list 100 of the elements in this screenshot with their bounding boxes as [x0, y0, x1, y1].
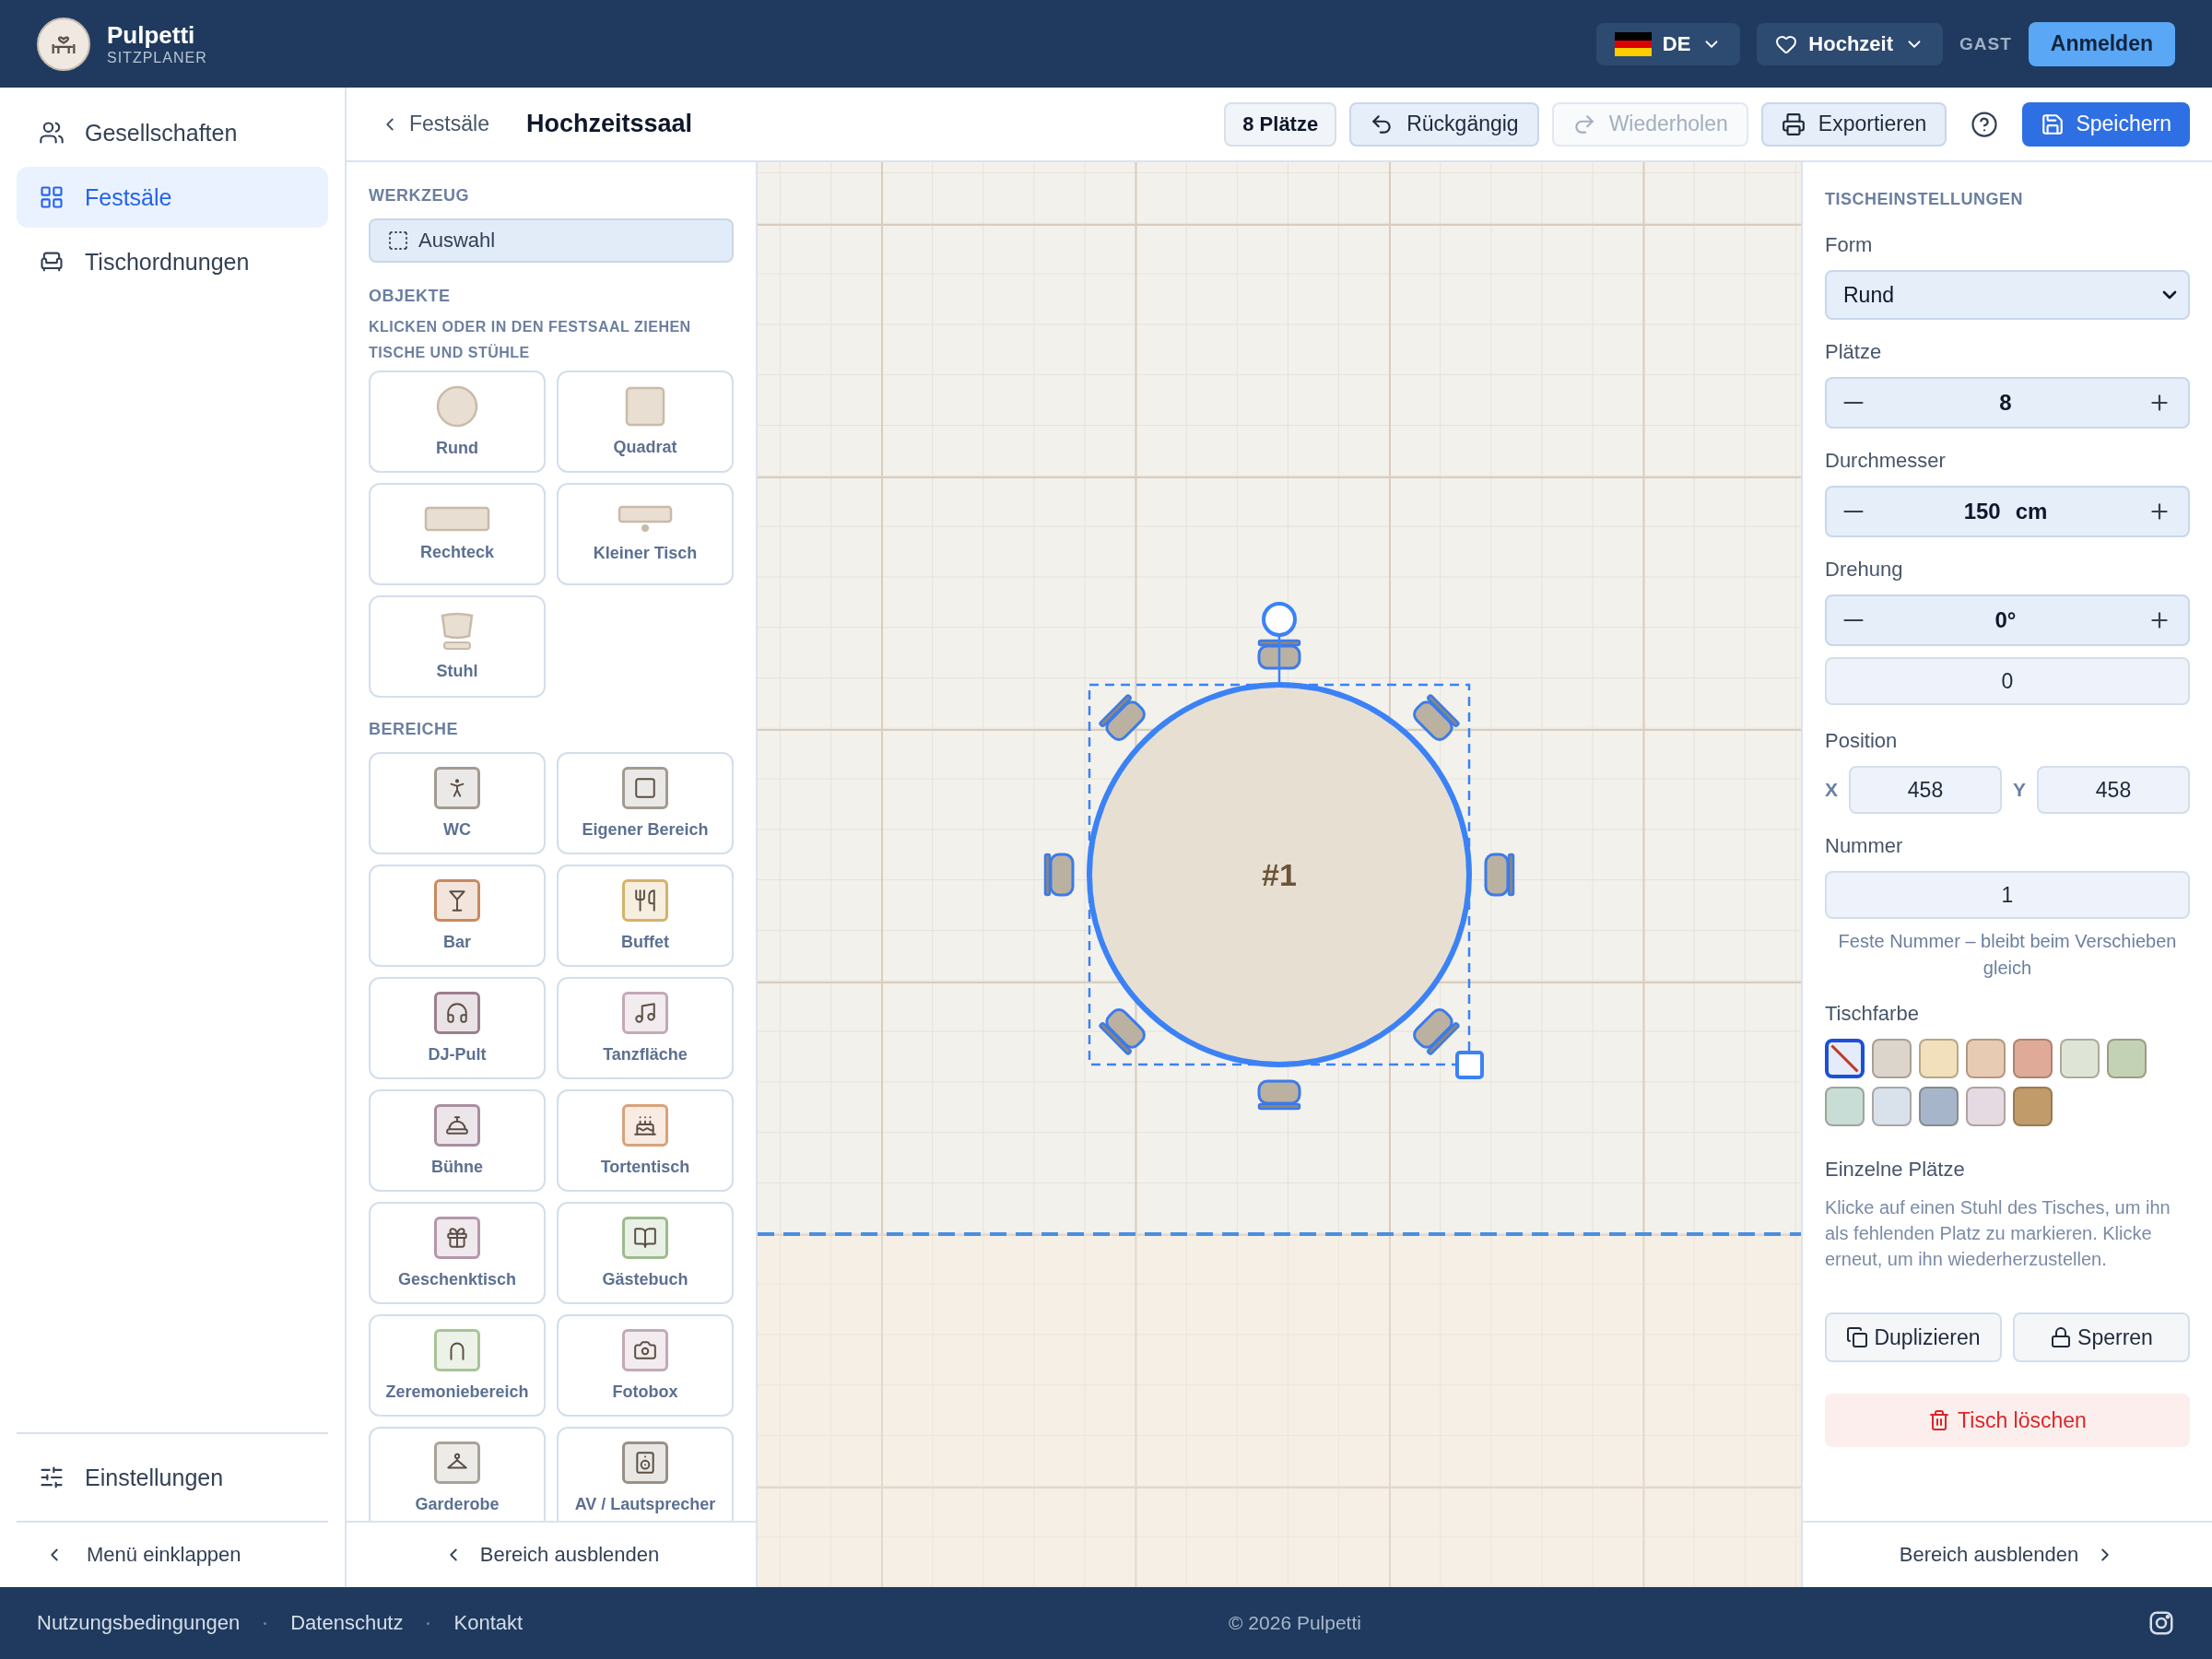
table-number: #1: [1262, 857, 1297, 892]
nav-item[interactable]: Festsäle: [17, 167, 328, 228]
tool-card[interactable]: Zeremoniebereich: [369, 1314, 546, 1417]
help-text: Klicke auf einen Stuhl des Tisches, um ihn als fehlenden Platz zu markieren. Klicke erneut, um ihn wiederherzustellen.: [1825, 1196, 2171, 1271]
shape-select[interactable]: Rund: [1825, 270, 2190, 320]
tool-card[interactable]: Geschenktisch: [369, 1202, 546, 1304]
field-label: Durchmesser: [1825, 449, 1947, 473]
color-swatch[interactable]: [1919, 1087, 1959, 1126]
copyright: © 2026 Pulpetti: [1228, 1612, 1362, 1634]
undo-button[interactable]: Rückgängig: [1349, 101, 1539, 147]
unit-label: cm: [2015, 499, 2048, 524]
rotation-handle[interactable]: [1262, 602, 1297, 685]
tool-card[interactable]: Eigener Bereich: [557, 752, 734, 854]
users-icon: [39, 120, 65, 146]
dashed-square-icon: [387, 229, 409, 252]
nav-item[interactable]: Tischordnungen: [17, 231, 328, 292]
section-subheading: TISCHE UND STÜHLE: [369, 345, 531, 361]
page-title: Hochzeitssaal: [525, 110, 692, 138]
panel-heading: TISCHEINSTELLUNGEN: [1825, 190, 2024, 209]
square-table-icon: [625, 386, 665, 427]
tool-card[interactable]: AV / Lautsprecher: [557, 1427, 734, 1521]
section-heading: BEREICHE: [369, 720, 459, 739]
back-link[interactable]: Festsäle: [380, 112, 489, 136]
color-swatch[interactable]: [1872, 1039, 1912, 1078]
color-swatch[interactable]: [1872, 1087, 1912, 1126]
x-field[interactable]: 458: [1849, 766, 2002, 814]
tool-card[interactable]: Bühne: [369, 1089, 546, 1192]
field-label: Drehung: [1825, 558, 1904, 582]
field-hint: Feste Nummer – bleibt beim Verschieben gleich: [1837, 930, 2178, 980]
duplicate-button[interactable]: Duplizieren: [1825, 1312, 2002, 1362]
section-title: Einzelne Plätze: [1825, 1158, 1966, 1182]
round-table[interactable]: [1043, 639, 1515, 1111]
footer-link[interactable]: Nutzungsbedingungen: [37, 1611, 241, 1635]
tool-card[interactable]: DJ-Pult: [369, 977, 546, 1079]
login-button[interactable]: Anmelden: [2028, 21, 2175, 66]
selection-tool[interactable]: Auswahl: [369, 218, 734, 263]
field-label: Form: [1825, 233, 1874, 257]
brand-name: Pulpetti: [107, 21, 196, 50]
axis-label: X: [1825, 779, 1838, 801]
lock-button[interactable]: Sperren: [2013, 1312, 2190, 1362]
stepper-value: 150: [1963, 499, 2001, 524]
tool-card[interactable]: Rechteck: [369, 483, 546, 585]
small-table-icon: [618, 505, 673, 533]
help-icon: [1971, 110, 1999, 138]
delete-button[interactable]: Tisch löschen: [1825, 1394, 2190, 1447]
instagram-icon[interactable]: [2147, 1609, 2175, 1637]
tool-card[interactable]: Rund: [369, 371, 546, 473]
color-swatch[interactable]: [1966, 1087, 2006, 1126]
section-heading: WERKZEUG: [369, 186, 470, 206]
tool-card[interactable]: Garderobe: [369, 1427, 546, 1521]
grid-icon: [39, 184, 65, 210]
color-swatch[interactable]: [1825, 1087, 1865, 1126]
minus-icon: [1843, 618, 1864, 622]
color-swatch[interactable]: [1919, 1039, 1959, 1078]
print-button[interactable]: Exportieren: [1760, 101, 1947, 147]
section-hint: KLICKEN ODER IN DEN FESTSAAL ZIEHEN: [369, 319, 692, 335]
color-swatch[interactable]: [2013, 1087, 2053, 1126]
settings-icon: [39, 1465, 65, 1490]
resize-handle[interactable]: [1455, 1051, 1484, 1079]
settings-link[interactable]: Einstellungen: [17, 1447, 328, 1508]
color-swatch[interactable]: [2013, 1039, 2053, 1078]
tool-card[interactable]: Bar: [369, 865, 546, 967]
number-field[interactable]: 1: [1825, 871, 2190, 919]
role-label: GAST: [1959, 33, 2012, 54]
rotation-field[interactable]: 0: [1825, 657, 2190, 705]
nav-item[interactable]: Gesellschaften: [17, 102, 328, 163]
tool-card[interactable]: Kleiner Tisch: [557, 483, 734, 585]
tool-card[interactable]: WC: [369, 752, 546, 854]
y-field[interactable]: 458: [2037, 766, 2190, 814]
color-swatch[interactable]: [1966, 1039, 2006, 1078]
no-color-swatch[interactable]: [1825, 1039, 1865, 1078]
copy-icon: [1846, 1326, 1869, 1348]
logo-icon: [37, 17, 90, 71]
flag-icon: [1614, 31, 1652, 56]
save-button[interactable]: Speichern: [2022, 101, 2190, 147]
brand-tagline: SITZPLANER: [107, 50, 207, 66]
tool-card[interactable]: Stuhl: [369, 595, 546, 698]
field-label: Plätze: [1825, 340, 1883, 364]
color-swatch[interactable]: [2107, 1039, 2147, 1078]
chair-icon: [440, 612, 475, 651]
trash-icon: [1928, 1409, 1951, 1431]
floor-plan-canvas[interactable]: #1: [758, 162, 1801, 1587]
minus-icon: [1843, 510, 1864, 513]
color-swatch[interactable]: [2060, 1039, 2100, 1078]
stepper-value: 8: [1999, 390, 2012, 416]
tool-card[interactable]: Fotobox: [557, 1314, 734, 1417]
collapse-menu-button[interactable]: Menü einklappen: [17, 1523, 328, 1587]
tool-card[interactable]: Buffet: [557, 865, 734, 967]
tool-card[interactable]: Tanzfläche: [557, 977, 734, 1079]
save-icon: [2041, 112, 2065, 136]
lock-icon: [2050, 1326, 2073, 1348]
tool-card[interactable]: Gästebuch: [557, 1202, 734, 1304]
stepper-value: 0°: [1994, 607, 2017, 633]
language-dropdown[interactable]: DE: [1595, 22, 1741, 65]
tool-card[interactable]: Tortentisch: [557, 1089, 734, 1192]
footer-link[interactable]: Datenschutz: [290, 1611, 404, 1635]
event-dropdown[interactable]: Hochzeit: [1757, 22, 1944, 65]
field-label: Tischfarbe: [1825, 1002, 1920, 1026]
footer-link[interactable]: Kontakt: [453, 1611, 524, 1635]
tool-card[interactable]: Quadrat: [557, 371, 734, 473]
